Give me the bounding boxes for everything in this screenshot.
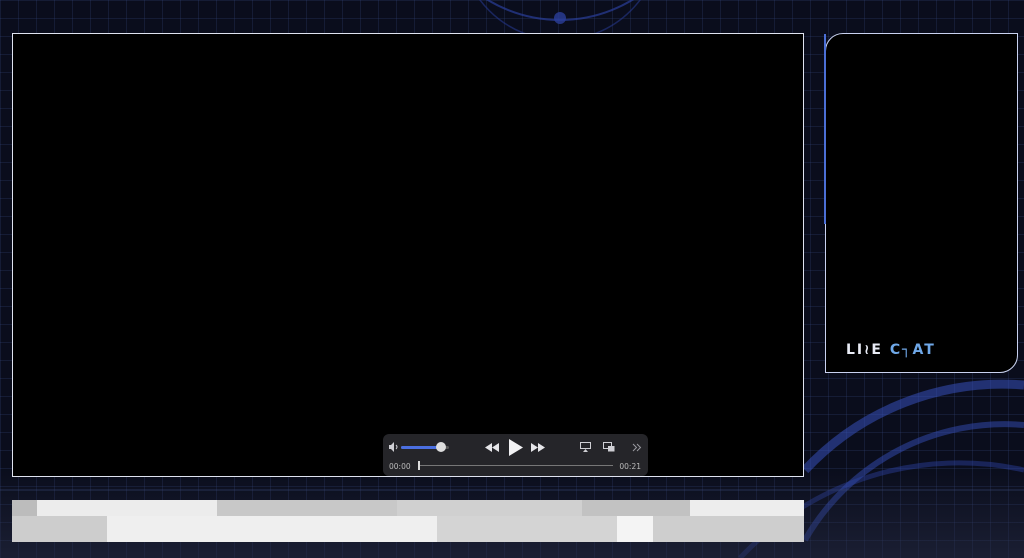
volume-slider[interactable]	[401, 442, 449, 452]
logo-text-live: LI≀E	[846, 342, 883, 358]
volume-fill	[401, 446, 441, 449]
live-chat-panel[interactable]: LI≀E C┐AT	[824, 33, 1018, 373]
logo-text-chat: C┐AT	[889, 342, 936, 358]
progress-playhead[interactable]	[418, 461, 420, 470]
rewind-icon[interactable]	[484, 441, 500, 453]
play-icon[interactable]	[507, 437, 525, 457]
media-controls: 00:00 00:21	[383, 434, 648, 476]
duration: 00:21	[619, 462, 641, 471]
airplay-icon[interactable]	[579, 441, 591, 453]
progress-bar[interactable]	[418, 461, 613, 470]
video-player[interactable]	[12, 33, 804, 477]
live-chat-logo: LI≀E C┐AT	[846, 342, 936, 358]
volume-icon[interactable]	[388, 441, 400, 453]
picture-in-picture-icon[interactable]	[602, 441, 616, 453]
more-icon[interactable]	[631, 441, 643, 453]
fast-forward-icon[interactable]	[530, 441, 546, 453]
current-time: 00:00	[389, 462, 411, 471]
volume-knob[interactable]	[435, 442, 446, 452]
lower-third-banner	[12, 500, 804, 542]
